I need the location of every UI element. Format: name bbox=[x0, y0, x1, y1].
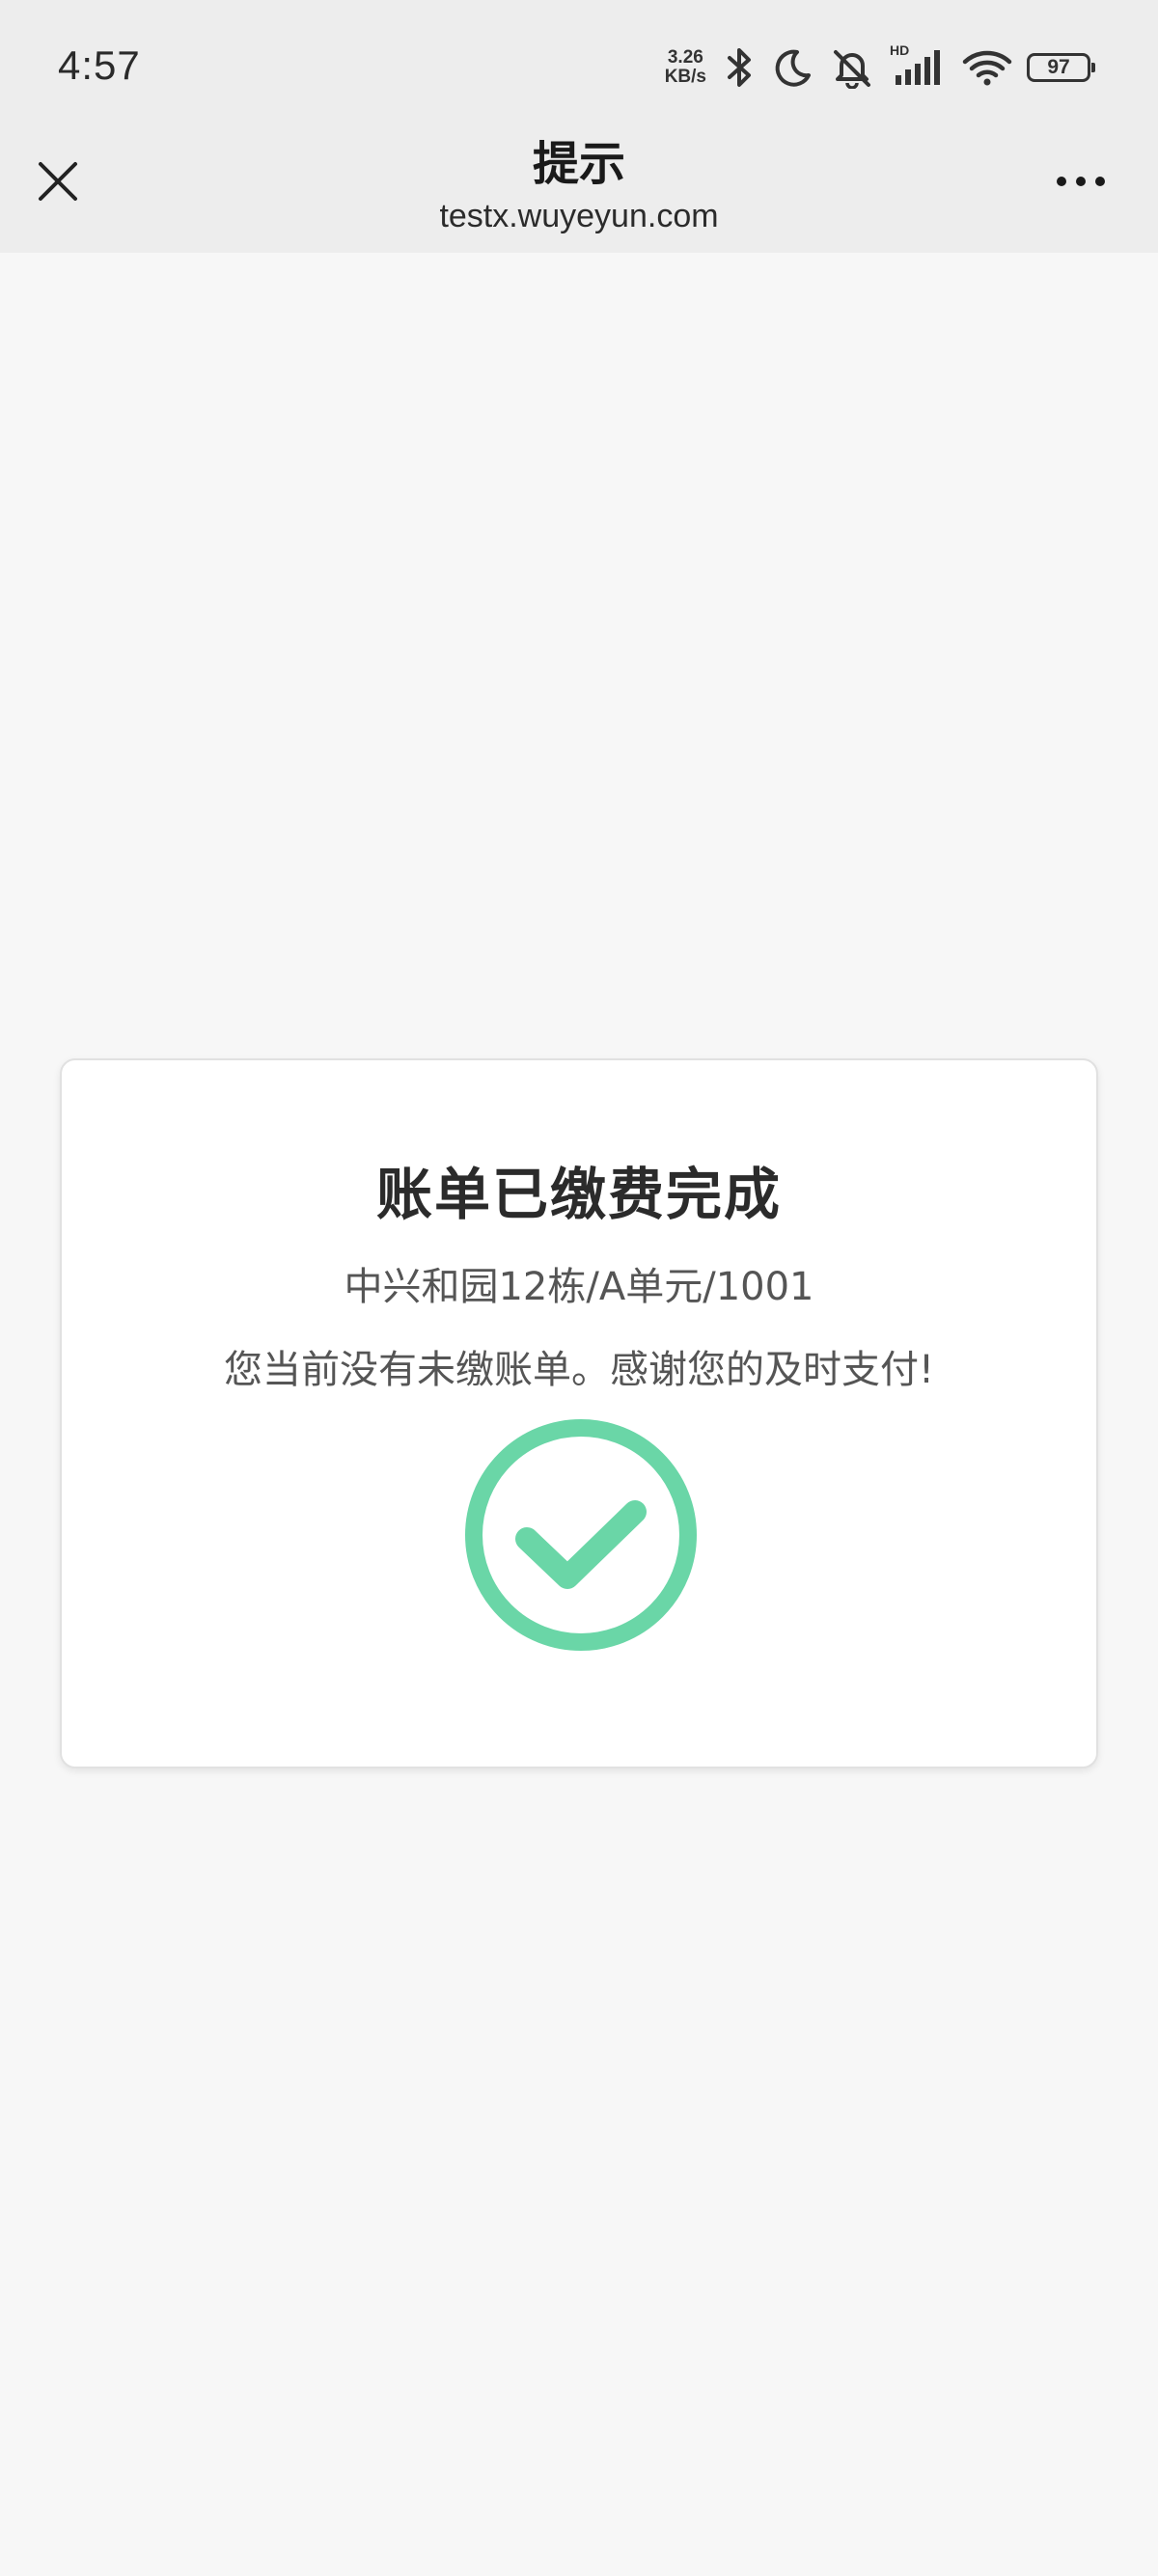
net-speed-value: 3.26 bbox=[667, 47, 703, 68]
mute-bell-icon bbox=[828, 46, 876, 89]
more-button[interactable] bbox=[1042, 152, 1119, 210]
payment-result-card: 账单已缴费完成 中兴和园12栋/A单元/1001 您当前没有未缴账单。感谢您的及… bbox=[60, 1058, 1098, 1768]
status-time: 4:57 bbox=[58, 42, 141, 88]
more-icon bbox=[1057, 177, 1066, 186]
battery-icon: 97 bbox=[1027, 53, 1095, 82]
close-button[interactable] bbox=[29, 152, 87, 210]
page-domain: testx.wuyeyun.com bbox=[439, 198, 719, 234]
page-title: 提示 bbox=[532, 137, 625, 191]
title-block: 提示 testx.wuyeyun.com bbox=[193, 135, 965, 237]
signal-icon: HD bbox=[890, 42, 948, 89]
more-icon-dot bbox=[1076, 177, 1086, 186]
check-circle-icon bbox=[465, 1419, 697, 1651]
battery-level: 97 bbox=[1047, 56, 1070, 78]
net-speed-unit: KB/s bbox=[664, 67, 706, 87]
screen: 4:57 3.26 KB/s HD 97 提示 testx.wuyeyun.co… bbox=[0, 0, 1158, 2576]
wifi-icon bbox=[961, 46, 1013, 89]
status-icons: 3.26 KB/s HD 97 bbox=[665, 39, 1095, 96]
status-message: 您当前没有未缴账单。感谢您的及时支付! bbox=[223, 1348, 935, 1392]
moon-icon bbox=[772, 46, 814, 89]
more-icon-dot bbox=[1095, 177, 1105, 186]
card-title: 账单已缴费完成 bbox=[375, 1162, 782, 1227]
bluetooth-icon bbox=[720, 46, 758, 89]
unit-address: 中兴和园12栋/A单元/1001 bbox=[344, 1265, 814, 1309]
status-bar: 4:57 3.26 KB/s HD 97 bbox=[0, 0, 1158, 135]
title-bar: 提示 testx.wuyeyun.com bbox=[0, 135, 1158, 253]
net-speed: 3.26 KB/s bbox=[665, 48, 706, 87]
close-icon bbox=[39, 162, 77, 201]
network-type-label: HD bbox=[890, 42, 910, 58]
